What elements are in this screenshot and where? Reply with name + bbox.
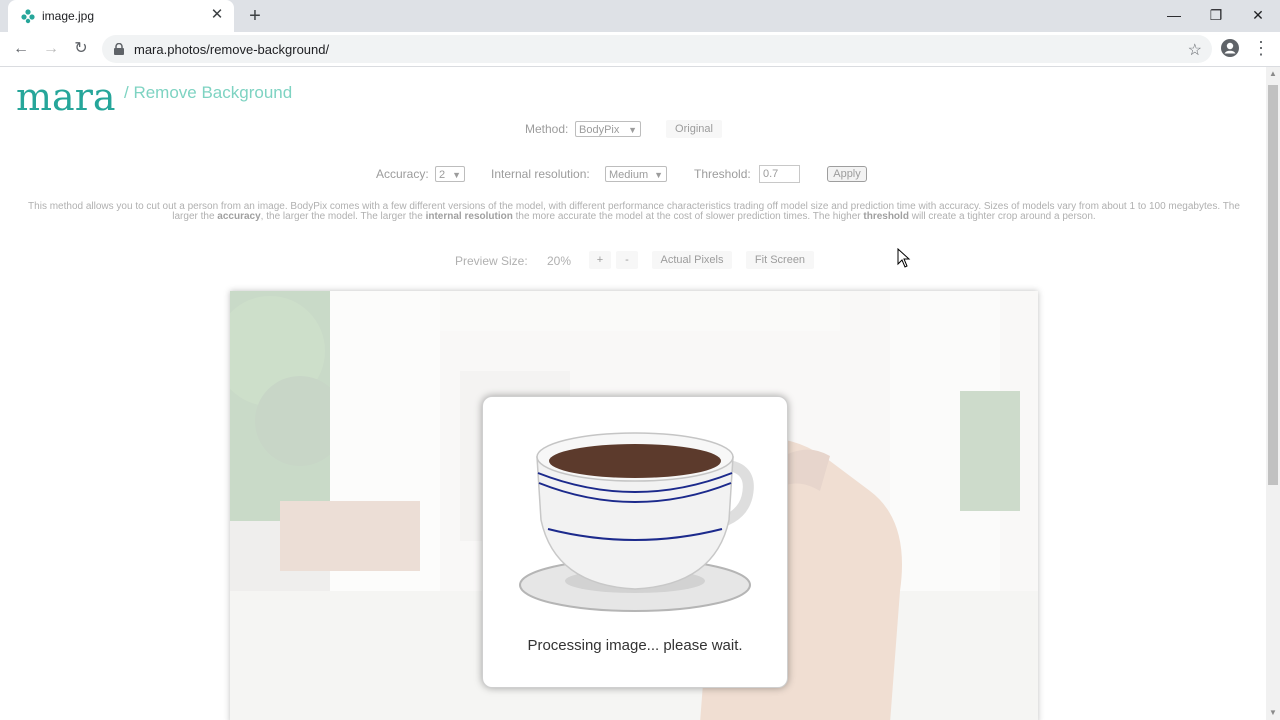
- page-title: / Remove Background: [124, 83, 293, 102]
- original-button[interactable]: Original: [666, 120, 722, 138]
- tab-close-icon[interactable]: ✕: [208, 6, 226, 24]
- method-select-value: BodyPix: [579, 124, 620, 136]
- tab-strip: image.jpg ✕ + — ❐ ✕: [0, 0, 1280, 32]
- threshold-label: Threshold:: [694, 167, 751, 181]
- coffee-cup-icon: [519, 432, 754, 612]
- accuracy-select-value: 2: [439, 169, 446, 181]
- mara-logo[interactable]: mara: [16, 75, 116, 119]
- url-text: mara.photos/remove-background/: [134, 42, 330, 57]
- chevron-down-icon: ▼: [654, 170, 663, 180]
- scroll-thumb[interactable]: [1268, 85, 1278, 485]
- page-scrollbar[interactable]: ▲ ▼: [1266, 67, 1280, 720]
- method-label: Method:: [525, 122, 569, 136]
- chevron-down-icon: ▼: [628, 125, 637, 135]
- mara-favicon-icon: [21, 9, 35, 24]
- browser-tab[interactable]: image.jpg ✕: [8, 0, 234, 32]
- preview-size-value: 20%: [547, 254, 572, 268]
- description-bold-accuracy: accuracy: [217, 211, 261, 222]
- method-description: This method allows you to cut out a pers…: [14, 202, 1254, 222]
- tab-title: image.jpg: [42, 9, 95, 23]
- resolution-select-value: Medium: [609, 169, 649, 181]
- browser-menu-icon[interactable]: ⋮: [1252, 38, 1270, 58]
- forward-icon[interactable]: →: [40, 38, 62, 60]
- zoom-in-button[interactable]: +: [589, 251, 611, 269]
- back-icon[interactable]: ←: [10, 38, 32, 60]
- minimize-icon[interactable]: —: [1152, 0, 1196, 30]
- scroll-down-icon[interactable]: ▼: [1266, 706, 1280, 720]
- zoom-out-button[interactable]: -: [616, 251, 638, 269]
- lock-icon: [114, 43, 124, 55]
- actual-pixels-button[interactable]: Actual Pixels: [652, 251, 732, 269]
- mouse-cursor-icon: [897, 248, 911, 268]
- browser-toolbar: ← → ↻ mara.photos/remove-background/ ☆: [0, 32, 1280, 67]
- scroll-up-icon[interactable]: ▲: [1266, 67, 1280, 81]
- accuracy-label: Accuracy:: [376, 167, 429, 181]
- description-text-4: will create a tighter crop around a pers…: [908, 211, 1096, 222]
- page-content: mara / Remove Background Method: BodyPix…: [0, 67, 1264, 720]
- restore-icon[interactable]: ❐: [1194, 0, 1238, 30]
- processing-message: Processing image... please wait.: [527, 637, 743, 654]
- address-bar[interactable]: mara.photos/remove-background/ ☆: [102, 35, 1212, 63]
- description-text-3: the more accurate the model at the cost …: [512, 211, 864, 222]
- fit-screen-button[interactable]: Fit Screen: [746, 251, 814, 269]
- resolution-select[interactable]: Medium ▼: [605, 166, 667, 182]
- reload-icon[interactable]: ↻: [70, 38, 92, 60]
- description-text-2: , the larger the model. The larger the: [260, 211, 426, 222]
- apply-button[interactable]: Apply: [827, 166, 867, 182]
- accuracy-select[interactable]: 2 ▼: [435, 166, 465, 182]
- description-bold-threshold: threshold: [863, 211, 909, 222]
- processing-dialog: Processing image... please wait.: [482, 396, 788, 688]
- close-icon[interactable]: ✕: [1236, 0, 1280, 30]
- threshold-input[interactable]: [759, 165, 800, 183]
- bookmark-star-icon[interactable]: ☆: [1188, 40, 1202, 60]
- new-tab-button[interactable]: +: [244, 5, 266, 27]
- resolution-label: Internal resolution:: [491, 167, 590, 181]
- description-bold-resolution: internal resolution: [425, 211, 513, 222]
- preview-size-label: Preview Size:: [455, 254, 528, 268]
- method-select[interactable]: BodyPix ▼: [575, 121, 641, 137]
- profile-icon[interactable]: [1220, 38, 1240, 58]
- chevron-down-icon: ▼: [452, 170, 461, 180]
